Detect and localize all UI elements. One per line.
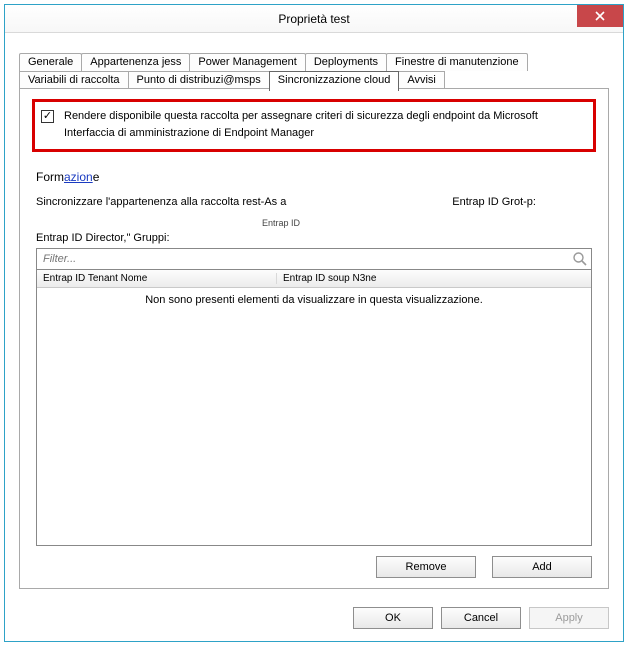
- tab-deployments[interactable]: Deployments: [305, 53, 387, 71]
- dialog-window: Proprietà test Generale Appartenenza jes…: [4, 4, 624, 642]
- apply-button[interactable]: Apply: [529, 607, 609, 629]
- option-line-1: Rendere disponibile questa raccolta per …: [64, 108, 538, 125]
- tab-appartenenza[interactable]: Appartenenza jess: [81, 53, 190, 71]
- title-bar: Proprietà test: [5, 5, 623, 33]
- list-body: Non sono presenti elementi da visualizza…: [37, 288, 591, 545]
- dialog-button-row: OK Cancel Apply: [5, 597, 623, 641]
- groups-label: Entrap ID Director," Gruppi:: [36, 232, 596, 244]
- list-button-row: Remove Add: [32, 546, 596, 578]
- endpoint-security-label: Rendere disponibile questa raccolta per …: [64, 108, 538, 141]
- heading-link[interactable]: azion: [64, 170, 93, 184]
- column-soup-name[interactable]: Entrap ID soup N3ne: [277, 273, 591, 284]
- empty-text: Non sono presenti elementi da visualizza…: [145, 294, 483, 306]
- filter-wrap: [36, 248, 592, 270]
- tab-row-2: Variabili di raccolta Punto di distribuz…: [19, 71, 609, 89]
- sync-label: Sincronizzare l'appartenenza alla raccol…: [36, 196, 428, 208]
- tab-punto-distribuzione[interactable]: Punto di distribuzi@msps: [128, 71, 270, 89]
- sync-row: Sincronizzare l'appartenenza alla raccol…: [36, 196, 596, 208]
- option-line-2: Interfaccia di amministrazione di Endpoi…: [64, 125, 538, 142]
- sync-value: Entrap ID Grot-p:: [452, 196, 596, 208]
- highlight-box: Rendere disponibile questa raccolta per …: [32, 99, 596, 152]
- heading-suffix: e: [93, 170, 100, 184]
- section-heading: Formazione: [36, 170, 596, 184]
- heading-prefix: Form: [36, 170, 64, 184]
- groups-listview[interactable]: Entrap ID Tenant Nome Entrap ID soup N3n…: [36, 270, 592, 546]
- close-icon: [595, 11, 605, 21]
- tab-finestre-manutenzione[interactable]: Finestre di manutenzione: [386, 53, 528, 71]
- content-area: Generale Appartenenza jess Power Managem…: [5, 33, 623, 597]
- add-button[interactable]: Add: [492, 556, 592, 578]
- window-title: Proprietà test: [5, 12, 623, 26]
- tab-avvisi[interactable]: Avvisi: [398, 71, 445, 89]
- search-icon: [572, 251, 588, 267]
- tab-row-1: Generale Appartenenza jess Power Managem…: [19, 53, 609, 71]
- tab-power-management[interactable]: Power Management: [189, 53, 305, 71]
- cancel-button[interactable]: Cancel: [441, 607, 521, 629]
- close-button[interactable]: [577, 5, 623, 27]
- ok-button[interactable]: OK: [353, 607, 433, 629]
- tab-sincronizzazione-cloud[interactable]: Sincronizzazione cloud: [269, 71, 400, 91]
- filter-input[interactable]: [36, 248, 592, 270]
- column-tenant-name[interactable]: Entrap ID Tenant Nome: [37, 273, 277, 284]
- list-header: Entrap ID Tenant Nome Entrap ID soup N3n…: [37, 270, 591, 288]
- remove-button[interactable]: Remove: [376, 556, 476, 578]
- tab-variabili-raccolta[interactable]: Variabili di raccolta: [19, 71, 129, 89]
- endpoint-security-checkbox[interactable]: [41, 110, 54, 123]
- tab-generale[interactable]: Generale: [19, 53, 82, 71]
- tab-strip: Generale Appartenenza jess Power Managem…: [19, 53, 609, 89]
- tab-panel: Rendere disponibile questa raccolta per …: [19, 88, 609, 589]
- hint-text: Entrap ID: [262, 218, 596, 228]
